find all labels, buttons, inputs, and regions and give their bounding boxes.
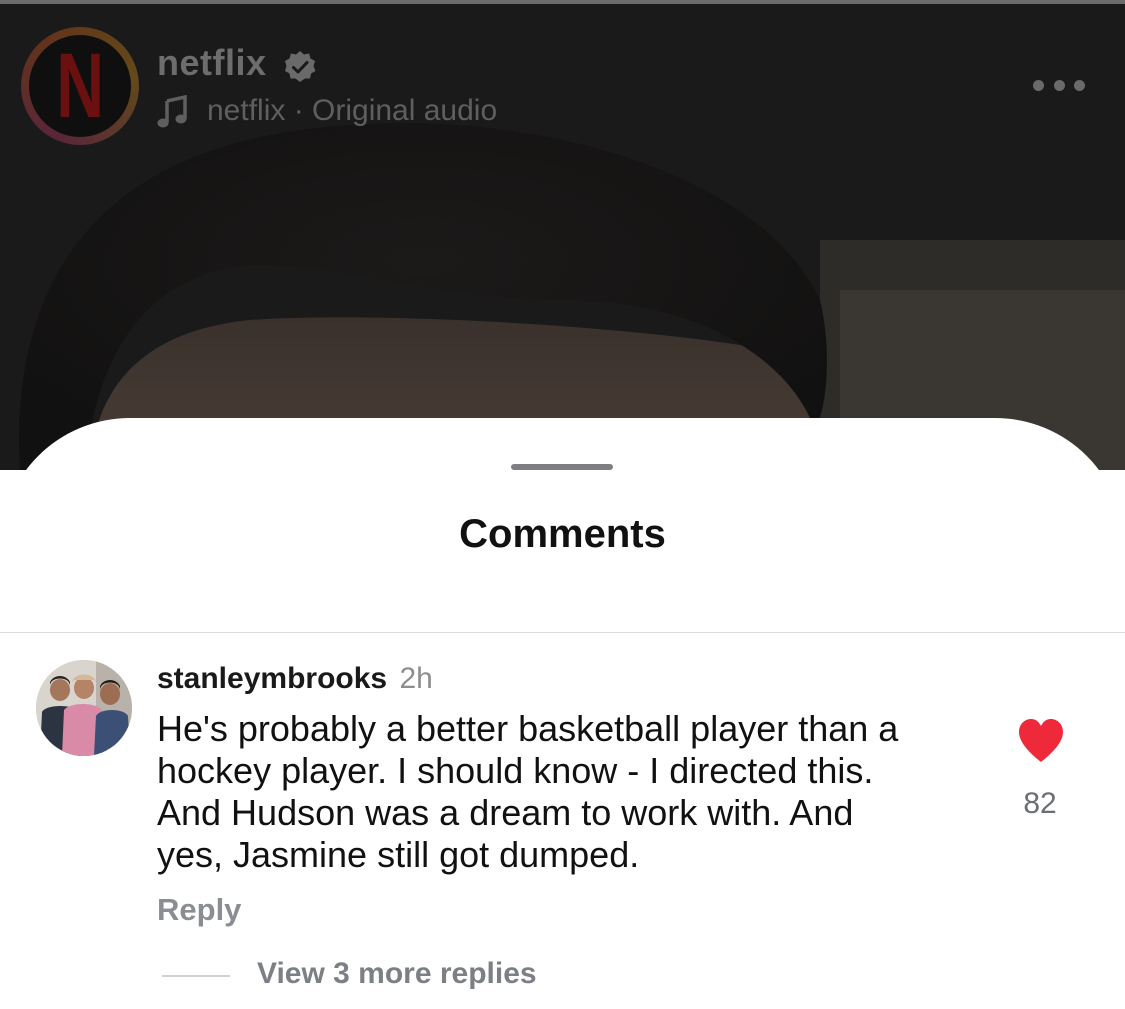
reel-comments-screen: N netflix netflix · Original audio Comme…	[0, 0, 1125, 1009]
account-name[interactable]: netflix	[157, 42, 267, 84]
avatar-photo	[36, 660, 132, 756]
comment-text-line: yes, Jasmine still got dumped.	[157, 834, 640, 875]
dot	[1053, 79, 1065, 91]
music-note-icon	[157, 95, 187, 128]
verified-badge-icon	[285, 51, 316, 82]
video-top-border	[0, 0, 1125, 4]
dot	[1033, 79, 1044, 91]
more-options-icon[interactable]	[1033, 74, 1085, 96]
comment-header: stanleymbrooks 2h	[157, 662, 433, 696]
comment-text: He's probably a better basketball player…	[157, 708, 987, 876]
comment-text-line: And Hudson was a dream to work with. And	[157, 792, 854, 833]
header-divider	[0, 632, 1125, 633]
netflix-logo: N	[56, 35, 104, 137]
commenter-avatar[interactable]	[36, 660, 132, 756]
comment-timestamp: 2h	[399, 662, 433, 695]
dot	[1074, 79, 1085, 91]
comment-username[interactable]: stanleymbrooks	[157, 662, 387, 695]
audio-label[interactable]: netflix · Original audio	[207, 94, 497, 128]
sheet-title: Comments	[459, 512, 666, 556]
sheet-drag-handle[interactable]	[511, 464, 613, 470]
comment-text-line: He's probably a better basketball player…	[157, 708, 899, 749]
reply-button[interactable]: Reply	[157, 892, 241, 928]
heart-icon[interactable]	[1017, 718, 1065, 764]
replies-connector-line	[162, 975, 230, 977]
view-more-replies-button[interactable]: View 3 more replies	[257, 957, 537, 991]
comment-text-line: hockey player. I should know - I directe…	[157, 750, 874, 791]
account-avatar[interactable]: N	[29, 35, 131, 137]
like-count: 82	[1023, 787, 1057, 820]
